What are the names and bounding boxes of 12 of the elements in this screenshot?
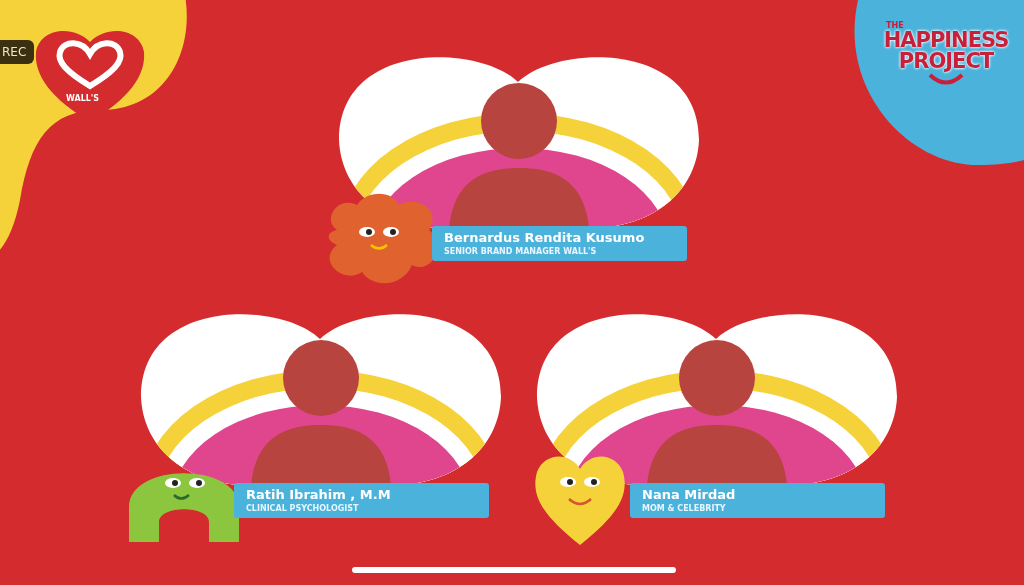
speaker-name: Nana Mirdad: [642, 487, 737, 502]
event-logo-title: HAPPINESS: [883, 30, 1009, 51]
smile-icon: [926, 72, 966, 86]
recording-badge: REC: [0, 40, 35, 64]
speaker-role: CLINICAL PSYCHOLOGIST: [246, 504, 360, 513]
speaker-role: SENIOR BRAND MANAGER WALL'S: [444, 247, 598, 256]
brand-logo-text: WALL'S: [66, 94, 100, 103]
speaker-name: Bernardus Rendita Kusumo: [444, 230, 646, 245]
speaker-role: MOM & CELEBRITY: [642, 504, 727, 513]
speaker-name: Ratih Ibrahim , M.M: [246, 487, 392, 502]
event-logo-title: PROJECT: [898, 51, 994, 72]
event-logo-small-text: THE: [886, 22, 904, 30]
